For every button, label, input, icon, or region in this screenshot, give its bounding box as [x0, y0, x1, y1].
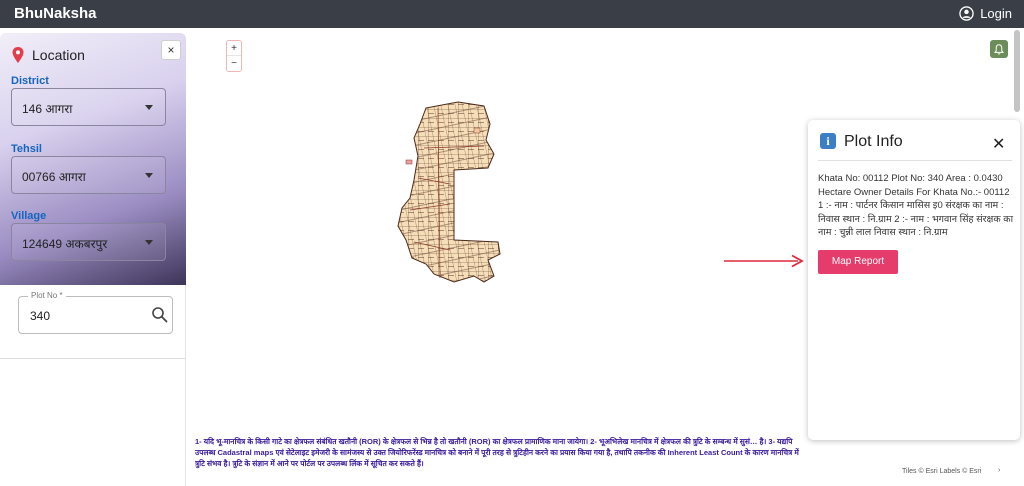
village-label: Village — [11, 210, 47, 222]
info-icon: i — [820, 133, 836, 149]
tehsil-select[interactable]: 00766 आगरा — [11, 156, 166, 194]
plot-info-close-button[interactable]: ✕ — [992, 137, 1005, 153]
plot-info-details: Khata No: 00112 Plot No: 340 Area : 0.04… — [818, 173, 1014, 239]
village-value: 124649 अकबरपुर — [22, 237, 108, 251]
chevron-down-icon — [145, 105, 153, 110]
village-select[interactable]: 124649 अकबरपुर — [11, 223, 166, 261]
map-report-button[interactable]: Map Report — [818, 250, 898, 274]
plot-number-input[interactable] — [30, 309, 140, 323]
location-panel-title: Location — [12, 47, 85, 63]
plot-info-divider — [818, 160, 1012, 161]
district-label: District — [11, 75, 49, 87]
map-attribution: Tiles © Esri Labels © Esri — [902, 468, 982, 475]
plot-info-panel: i Plot Info ✕ Khata No: 00112 Plot No: 3… — [808, 120, 1020, 440]
search-icon[interactable] — [151, 306, 168, 323]
attribution-toggle[interactable]: › — [998, 467, 1000, 474]
page-scrollbar[interactable] — [1014, 30, 1020, 112]
location-panel-close-button[interactable]: × — [161, 40, 181, 60]
sidebar-blank-area — [0, 359, 186, 486]
bell-icon — [994, 43, 1004, 55]
chevron-down-icon — [145, 173, 153, 178]
zoom-in-button[interactable]: + — [227, 41, 241, 56]
chevron-down-icon — [145, 240, 153, 245]
tehsil-value: 00766 आगरा — [22, 170, 86, 184]
top-bar: BhuNaksha Login — [0, 0, 1024, 28]
village-boundary — [397, 101, 501, 283]
plot-number-label: Plot No * — [28, 291, 66, 300]
zoom-control: + − — [226, 40, 242, 72]
login-label: Login — [980, 6, 1012, 21]
tehsil-label: Tehsil — [11, 143, 42, 155]
user-circle-icon — [959, 6, 974, 21]
location-title-text: Location — [32, 47, 85, 63]
district-value: 146 आगरा — [22, 102, 73, 116]
plot-info-title: Plot Info — [844, 133, 903, 150]
brand-logo[interactable]: BhuNaksha — [14, 5, 97, 22]
district-select[interactable]: 146 आगरा — [11, 88, 166, 126]
location-pin-icon — [12, 47, 24, 63]
notification-button[interactable] — [990, 40, 1008, 58]
arrow-right-icon — [724, 254, 804, 268]
zoom-out-button[interactable]: − — [227, 56, 241, 71]
login-button[interactable]: Login — [959, 6, 1012, 21]
map-disclaimer: 1- यदि भू-मानचित्र के किसी गाटे का क्षेत… — [195, 437, 799, 468]
